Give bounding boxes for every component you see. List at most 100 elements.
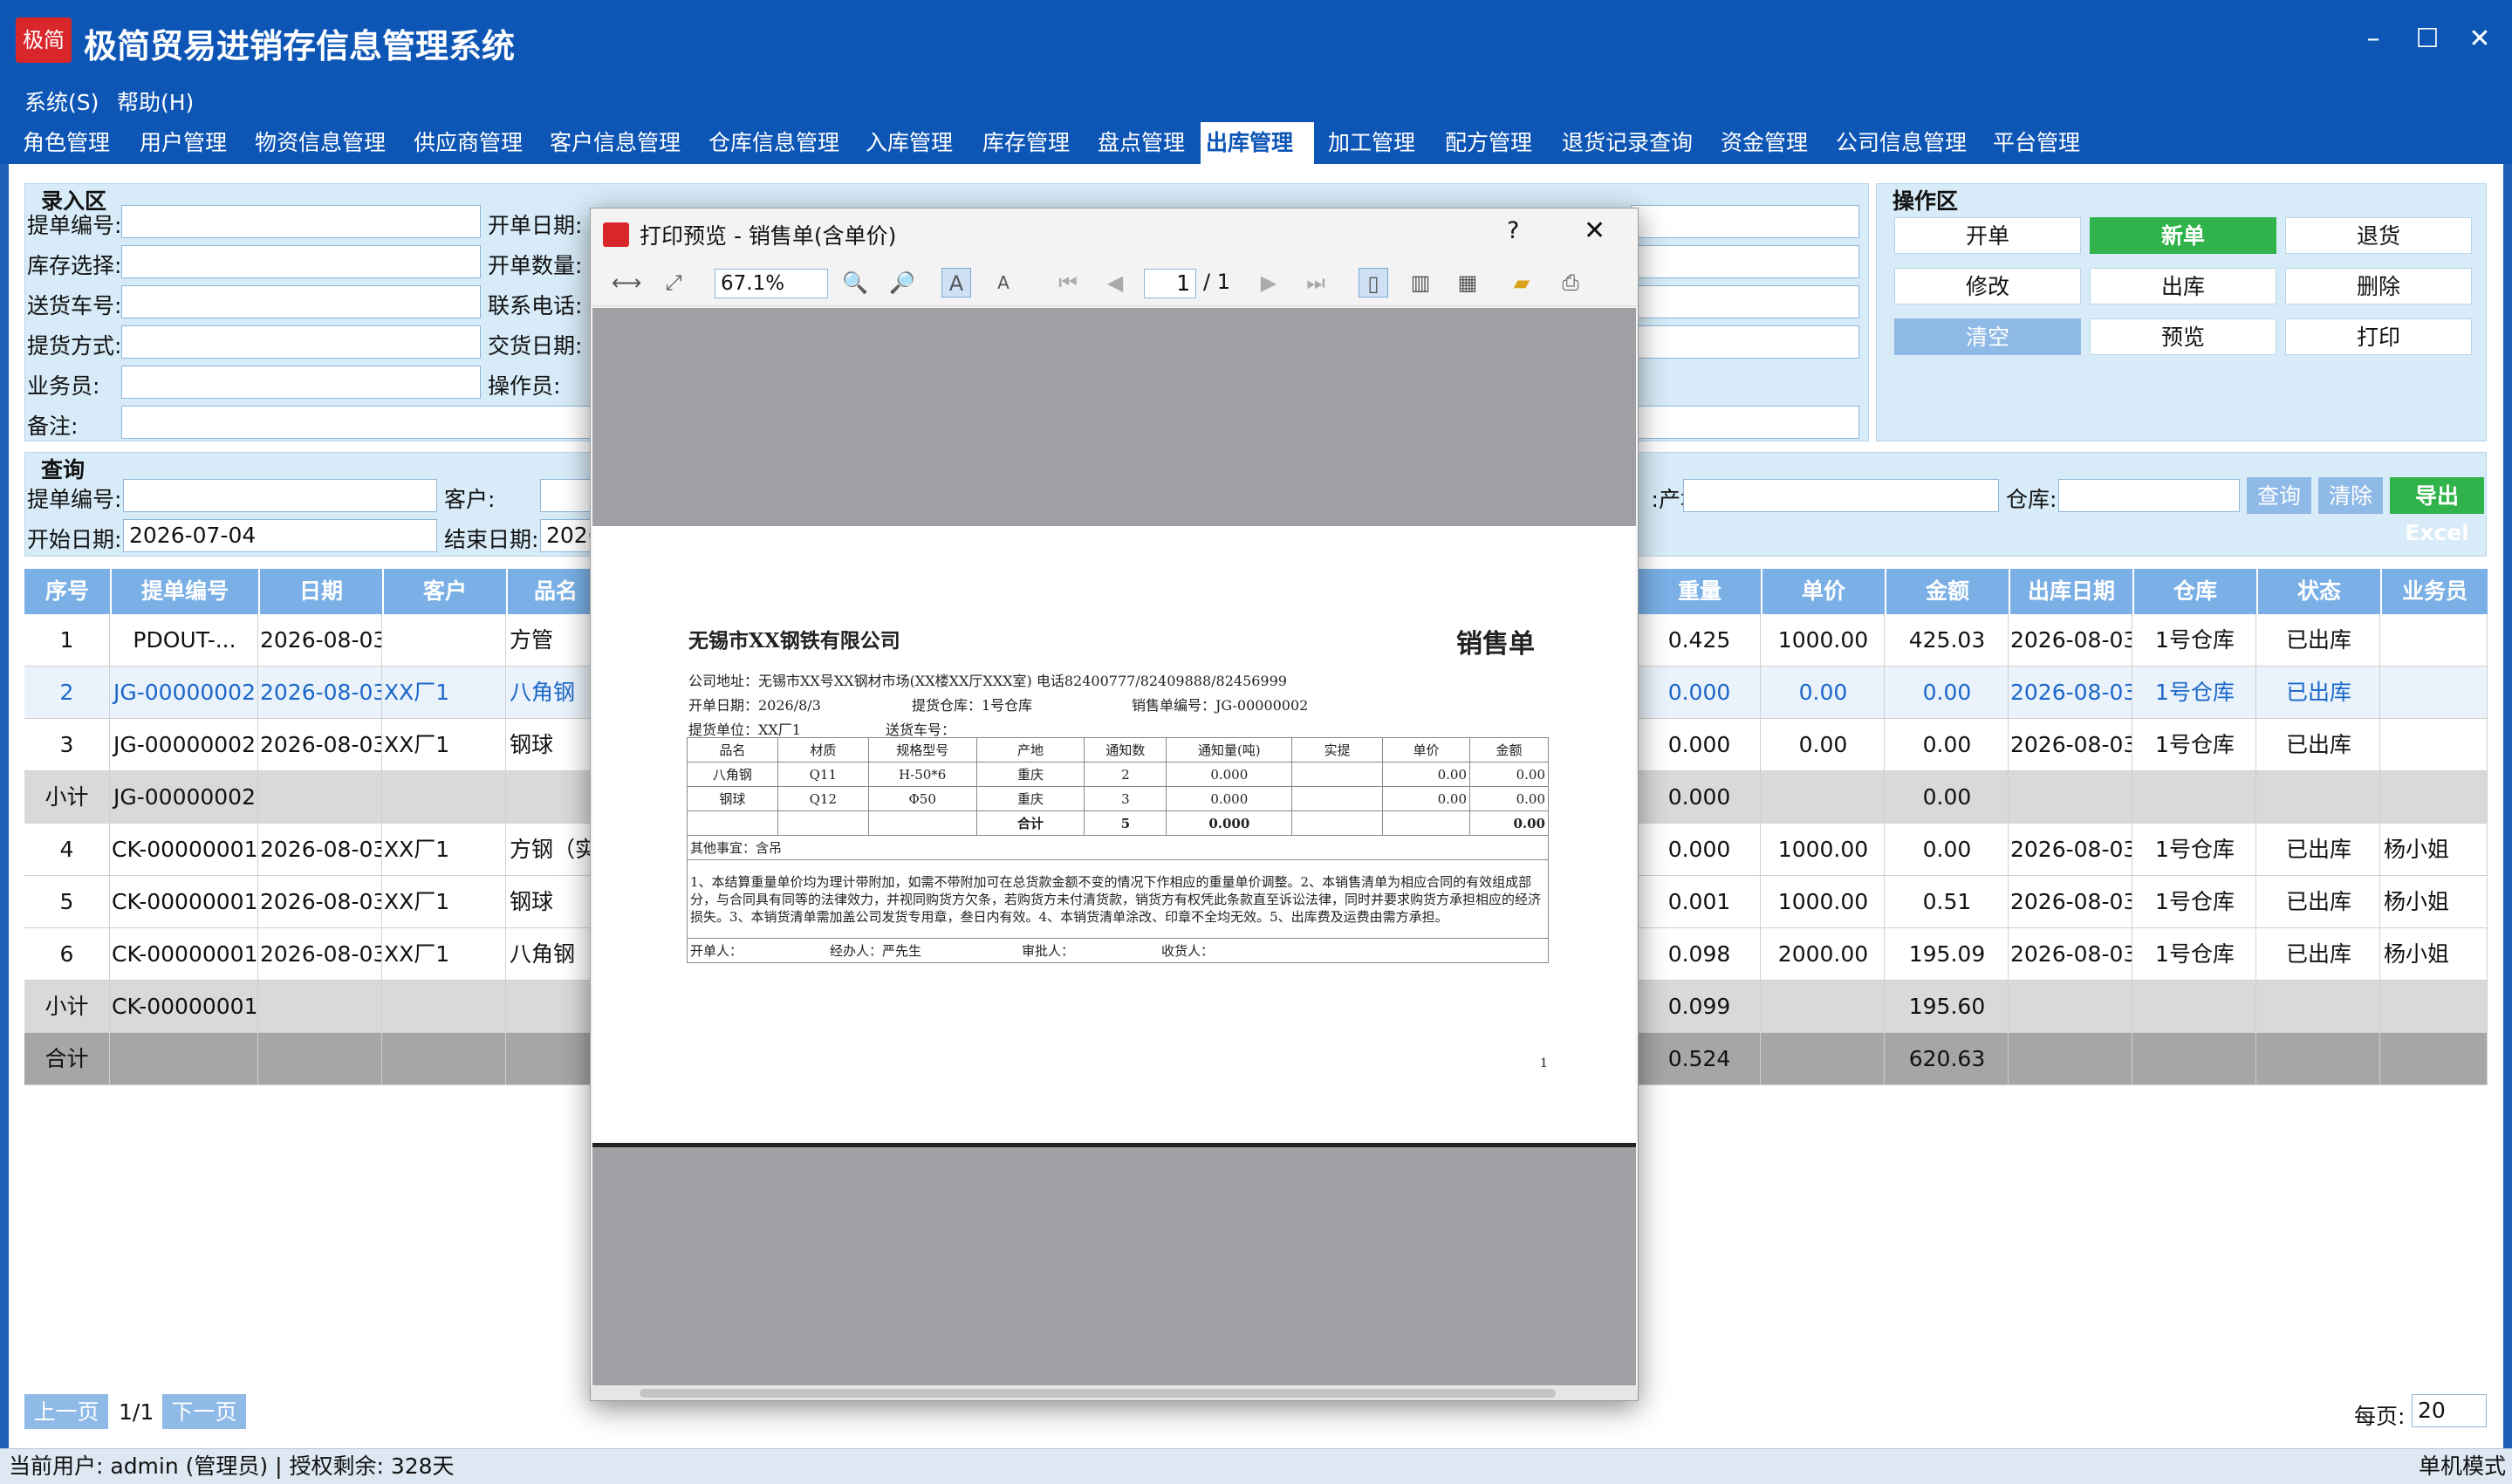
dialog-help-button[interactable]: ? bbox=[1507, 217, 1519, 244]
tab-suppliers[interactable]: 供应商管理 bbox=[408, 122, 528, 164]
paper-th: 实提 bbox=[1291, 737, 1384, 763]
pickup-method-input[interactable] bbox=[121, 325, 481, 359]
first-page-icon[interactable]: ⏮ bbox=[1053, 268, 1083, 297]
tab-users[interactable]: 用户管理 bbox=[134, 122, 232, 164]
preview-scroll-thumb[interactable] bbox=[640, 1389, 1556, 1398]
tab-company[interactable]: 公司信息管理 bbox=[1831, 122, 1972, 164]
tab-formula[interactable]: 配方管理 bbox=[1440, 122, 1537, 164]
new-bill-button[interactable]: 新单 bbox=[2090, 217, 2276, 254]
tab-returns[interactable]: 退货记录查询 bbox=[1557, 122, 1698, 164]
return-button[interactable]: 退货 bbox=[2285, 217, 2472, 254]
delete-button[interactable]: 删除 bbox=[2285, 268, 2472, 304]
tab-processing[interactable]: 加工管理 bbox=[1323, 122, 1420, 164]
start-date-input[interactable]: 2026-07-04 bbox=[123, 519, 437, 552]
end-date-input[interactable]: 2026 bbox=[540, 519, 592, 552]
tab-stock[interactable]: 库存管理 bbox=[977, 122, 1075, 164]
prev-page-icon[interactable]: ◀ bbox=[1100, 268, 1130, 297]
salesperson-input[interactable] bbox=[121, 366, 481, 399]
tab-inventory-check[interactable]: 盘点管理 bbox=[1092, 122, 1190, 164]
table-cell: 0.524 bbox=[1639, 1033, 1761, 1085]
clear-button[interactable]: 清空 bbox=[1894, 318, 2081, 355]
paper-td bbox=[867, 810, 977, 836]
tab-inbound[interactable]: 入库管理 bbox=[860, 122, 958, 164]
entry-field-right-2[interactable] bbox=[1631, 245, 1859, 278]
col-header-out-date[interactable]: 出库日期 bbox=[2010, 569, 2132, 614]
zoom-in-icon[interactable]: 🔎 bbox=[887, 268, 917, 297]
tab-warehouses[interactable]: 仓库信息管理 bbox=[703, 122, 845, 164]
query-search-button[interactable]: 查询 bbox=[2247, 477, 2311, 514]
fit-width-icon[interactable]: ⟷ bbox=[612, 268, 641, 297]
query-bill-input[interactable] bbox=[123, 479, 437, 512]
zoom-out-icon[interactable]: 🔍 bbox=[840, 268, 870, 297]
table-cell: 0.00 bbox=[1763, 667, 1885, 719]
label-operator: 操作员: bbox=[488, 373, 561, 399]
table-cell bbox=[1763, 1033, 1885, 1085]
tab-funds[interactable]: 资金管理 bbox=[1715, 122, 1813, 164]
tab-outbound[interactable]: 出库管理 bbox=[1201, 122, 1314, 164]
fit-page-icon[interactable]: ⤢ bbox=[659, 268, 688, 297]
menu-help[interactable]: 帮助(H) bbox=[117, 83, 194, 122]
col-header-weight[interactable]: 重量 bbox=[1639, 569, 1761, 614]
print-button[interactable]: 打印 bbox=[2285, 318, 2472, 355]
close-button[interactable]: ✕ bbox=[2454, 17, 2506, 61]
col-header-amount[interactable]: 金额 bbox=[1886, 569, 2009, 614]
menu-system[interactable]: 系统(S) bbox=[24, 83, 99, 122]
open-bill-button[interactable]: 开单 bbox=[1894, 217, 2081, 254]
truck-no-input[interactable] bbox=[121, 285, 481, 318]
multi-pages-icon[interactable]: ▦ bbox=[1453, 268, 1482, 297]
edit-button[interactable]: 修改 bbox=[1894, 268, 2081, 304]
maximize-button[interactable]: ☐ bbox=[2401, 17, 2454, 61]
preview-viewport[interactable]: 无锡市XX钢铁有限公司 销售单 公司地址：无锡市XX号XX钢材市场(XX楼XX厅… bbox=[592, 308, 1636, 1385]
query-warehouse-select[interactable] bbox=[2058, 479, 2240, 512]
zoom-select[interactable]: 67.1% bbox=[715, 269, 828, 298]
table-cell: 1号仓库 bbox=[2134, 824, 2256, 876]
paper-td: 2 bbox=[1084, 762, 1167, 787]
preview-hscrollbar[interactable] bbox=[591, 1386, 1638, 1400]
col-header-price[interactable]: 单价 bbox=[1763, 569, 1885, 614]
next-page-button[interactable]: 下一页 bbox=[162, 1394, 246, 1429]
entry-field-right-3[interactable] bbox=[1631, 285, 1859, 318]
col-header-warehouse[interactable]: 仓库 bbox=[2134, 569, 2256, 614]
per-page-select[interactable]: 20 bbox=[2412, 1394, 2487, 1427]
bill-no-input[interactable] bbox=[121, 205, 481, 238]
minimize-button[interactable]: – bbox=[2347, 17, 2399, 61]
printer-icon[interactable]: ⎙ bbox=[1556, 268, 1585, 297]
paper-td bbox=[1382, 810, 1471, 836]
paper-td bbox=[777, 810, 869, 836]
tab-roles[interactable]: 角色管理 bbox=[17, 122, 115, 164]
prev-page-button[interactable]: 上一页 bbox=[24, 1394, 108, 1429]
query-origin-input[interactable] bbox=[1683, 479, 1999, 512]
paper-td: 0.00 bbox=[1382, 762, 1471, 787]
preview-button[interactable]: 预览 bbox=[2090, 318, 2276, 355]
table-cell: JG-00000002 bbox=[112, 667, 258, 719]
entry-field-right-4[interactable] bbox=[1631, 325, 1859, 359]
two-pages-icon[interactable]: ▥ bbox=[1406, 268, 1435, 297]
paper-table: 品名 材质 规格型号 产地 通知数 通知量(吨) 实提 单价 金额 八角钢 Q1… bbox=[687, 737, 1549, 963]
col-header-bill[interactable]: 提单编号 bbox=[112, 569, 258, 614]
tab-platform[interactable]: 平台管理 bbox=[1988, 122, 2085, 164]
text-small-icon[interactable]: A bbox=[989, 268, 1018, 297]
text-large-icon[interactable]: A bbox=[941, 268, 971, 297]
query-customer-input[interactable] bbox=[540, 479, 592, 512]
table-cell bbox=[2010, 981, 2132, 1033]
next-page-icon[interactable]: ▶ bbox=[1254, 268, 1283, 297]
outbound-button[interactable]: 出库 bbox=[2090, 268, 2276, 304]
col-header-seq[interactable]: 序号 bbox=[24, 569, 110, 614]
label-query-warehouse: 仓库: bbox=[2006, 487, 2057, 512]
query-clear-button[interactable]: 清除 bbox=[2318, 477, 2383, 514]
last-page-icon[interactable]: ⏭ bbox=[1301, 268, 1331, 297]
col-header-status[interactable]: 状态 bbox=[2258, 569, 2380, 614]
col-header-salesperson[interactable]: 业务员 bbox=[2382, 569, 2488, 614]
table-cell: 2026-08-03 bbox=[2010, 719, 2132, 771]
page-number-input[interactable]: 1 bbox=[1144, 269, 1196, 298]
dialog-close-button[interactable]: ✕ bbox=[1584, 215, 1605, 246]
tab-materials[interactable]: 物资信息管理 bbox=[250, 122, 391, 164]
col-header-date[interactable]: 日期 bbox=[260, 569, 382, 614]
col-header-customer[interactable]: 客户 bbox=[384, 569, 506, 614]
single-page-icon[interactable]: ▯ bbox=[1359, 268, 1388, 297]
stock-select-input[interactable] bbox=[121, 245, 481, 278]
entry-field-right-1[interactable] bbox=[1631, 205, 1859, 238]
tab-customers[interactable]: 客户信息管理 bbox=[544, 122, 686, 164]
export-excel-button[interactable]: 导出Excel bbox=[2390, 477, 2484, 545]
page-setup-icon[interactable]: ▰ bbox=[1507, 268, 1537, 297]
